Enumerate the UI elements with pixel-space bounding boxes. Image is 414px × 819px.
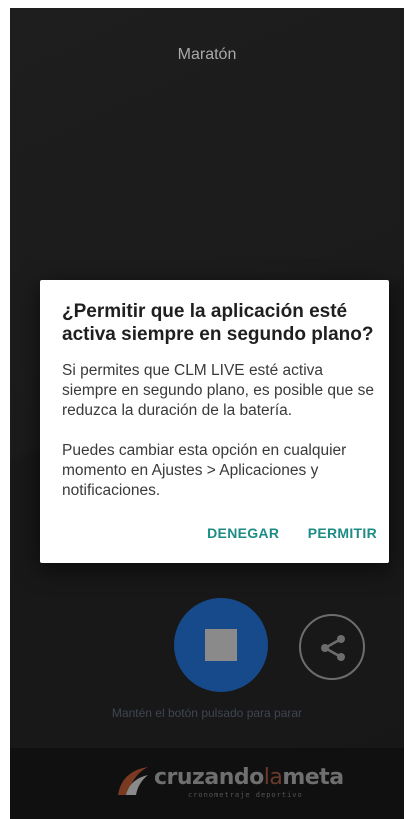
- dialog-body: Si permites que CLM LIVE esté activa sie…: [62, 361, 377, 521]
- brand-logo: cruzandolameta cronometraje deportivo: [114, 759, 344, 809]
- logo-swoosh-icon: [118, 767, 148, 795]
- logo-wordmark: cruzandolameta: [154, 765, 344, 790]
- page-title: Maratón: [177, 46, 237, 63]
- stop-square-icon: [205, 629, 237, 661]
- share-icon: [321, 635, 345, 661]
- share-button[interactable]: [299, 614, 365, 680]
- allow-button[interactable]: PERMITIR: [308, 525, 377, 541]
- dialog-actions: DENEGAR PERMITIR: [183, 525, 377, 543]
- dialog-body-battery: Si permites que CLM LIVE esté activa sie…: [62, 362, 374, 419]
- stop-button[interactable]: [174, 598, 268, 692]
- hold-to-stop-hint: Mantén el botón pulsado para parar: [111, 706, 303, 720]
- footer-bar: cruzandolameta cronometraje deportivo: [10, 748, 404, 819]
- logo-tagline: cronometraje deportivo: [188, 791, 303, 799]
- background-permission-dialog: ¿Permitir que la aplicación esté activa …: [40, 280, 389, 563]
- dialog-title: ¿Permitir que la aplicación esté activa …: [62, 301, 374, 345]
- app-screen: Maratón Mantén el botón pulsado para par…: [10, 8, 404, 819]
- deny-button[interactable]: DENEGAR: [207, 525, 279, 541]
- dialog-body-settings: Puedes cambiar esta opción en cualquier …: [62, 442, 347, 499]
